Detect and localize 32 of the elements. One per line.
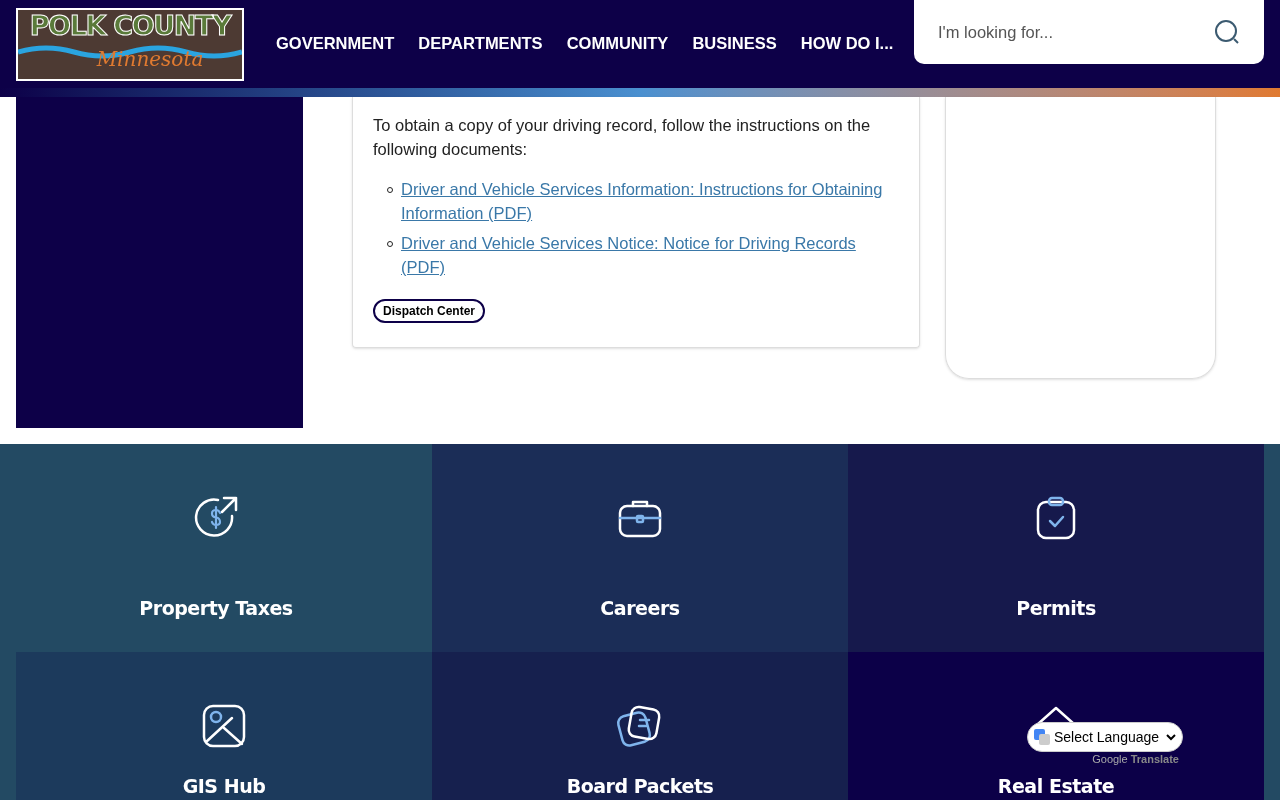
- document-link[interactable]: Driver and Vehicle Services Information: Instructions for Obtaining Information (PDF): [401, 177, 899, 225]
- search-icon[interactable]: [1214, 19, 1240, 45]
- tile-label: Property Taxes: [139, 596, 293, 621]
- tag[interactable]: Dispatch Center: [373, 299, 486, 323]
- logo-subtitle: Minnesota: [96, 46, 204, 72]
- tile-label: Board Packets: [566, 774, 714, 799]
- language-select[interactable]: Select Language: [1027, 722, 1183, 752]
- search-box[interactable]: I'm looking for...: [914, 0, 1264, 64]
- nav-link[interactable]: COMMUNITY: [562, 31, 673, 56]
- nav-link[interactable]: BUSINESS: [688, 31, 781, 56]
- google-label: Google: [1092, 753, 1128, 766]
- tile-label: Careers: [600, 596, 680, 621]
- logo[interactable]: POLK COUNTY Minnesota: [16, 8, 244, 81]
- tile-label: Real Estate: [997, 774, 1115, 799]
- quick-link-tile[interactable]: Board Packets: [432, 652, 848, 800]
- chevron-icon: [1166, 732, 1176, 742]
- select-label: Select Language: [1054, 727, 1160, 747]
- nav-link[interactable]: DEPARTMENTS: [414, 31, 547, 56]
- tile-label: Permits: [1016, 596, 1096, 621]
- tile-label: GIS Hub: [182, 774, 266, 799]
- search-field[interactable]: I'm looking for...: [938, 19, 1198, 45]
- translate-label: Translate: [1130, 753, 1179, 766]
- nav-link[interactable]: HOW DO I...: [796, 31, 898, 56]
- nav-link[interactable]: GOVERNMENT: [272, 31, 399, 56]
- quick-link-tile[interactable]: Careers: [432, 444, 848, 652]
- logo-title: POLK COUNTY: [29, 10, 231, 42]
- document-link[interactable]: Driver and Vehicle Services Notice: Notice for Driving Records (PDF): [401, 231, 899, 279]
- paragraph: To obtain a copy of your driving record, follow the instructions on the following documents:: [373, 115, 872, 160]
- translate-icon: [1034, 729, 1050, 745]
- quick-link-tile[interactable]: GIS Hub: [16, 652, 432, 800]
- map-icon: [200, 702, 248, 750]
- quick-link-tile[interactable]: Permits: [848, 444, 1264, 652]
